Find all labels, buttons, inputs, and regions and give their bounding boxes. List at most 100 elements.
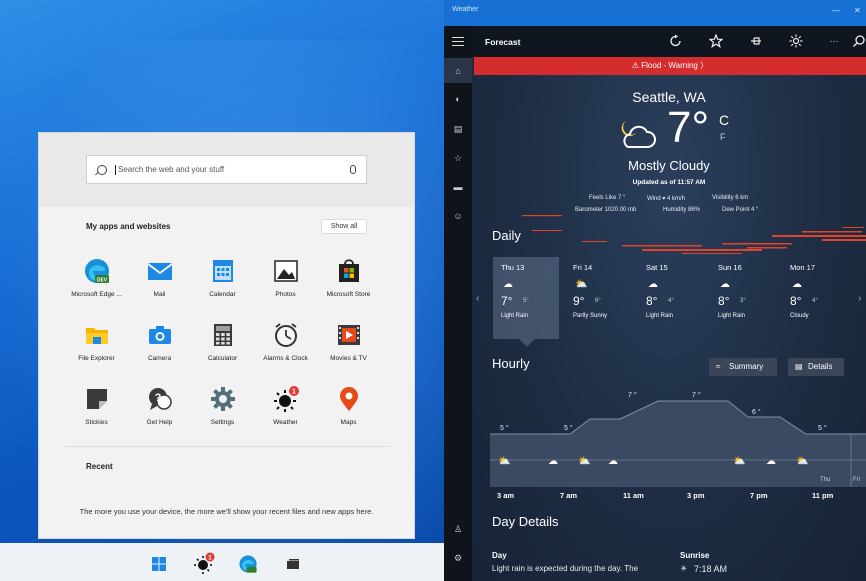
windows-start-icon[interactable] [150, 555, 168, 573]
edge-dev-icon[interactable] [238, 554, 258, 574]
daily-card[interactable]: Mon 17 ☁ 8° 4° Cloudy [782, 257, 848, 339]
hamburger-menu-icon[interactable] [452, 37, 464, 46]
daily-card[interactable]: Fri 14 ⛅ 9° 6° Partly Sunny [565, 257, 631, 339]
details-label: Details [808, 362, 833, 371]
window-title: Weather [452, 6, 479, 13]
cloud-rain-icon: ☁ [503, 279, 513, 290]
app-tile-calculator[interactable]: Calculator [191, 319, 254, 383]
app-grid: DEV Microsoft Edge ... Mail Calendar Pho… [65, 255, 405, 447]
stickies-icon [86, 389, 107, 409]
search-placeholder: Search the web and your stuff [118, 165, 225, 174]
app-tile-maps[interactable]: Maps [317, 383, 380, 447]
app-label: Mail [153, 291, 166, 298]
news-icon[interactable]: ▬ [453, 182, 463, 192]
day-low: 5° [523, 298, 529, 304]
app-label: Weather [273, 419, 298, 426]
close-icon[interactable]: ✕ [854, 6, 861, 15]
microphone-icon[interactable] [350, 165, 356, 174]
task-view-icon[interactable] [284, 555, 302, 573]
daily-card[interactable]: Sat 15 ☁ 8° 4° Light Rain [638, 257, 704, 339]
summary-button[interactable]: ≈ Summary [709, 358, 777, 376]
hour-label: 11 pm [812, 491, 834, 500]
user-icon[interactable]: ♙ [453, 524, 463, 534]
app-tile-alarms[interactable]: Alarms & Clock [254, 319, 317, 383]
sun-theme-icon[interactable] [789, 34, 803, 48]
app-tile-weather[interactable]: 1 Weather [254, 383, 317, 447]
favorites-nav-icon[interactable]: ☺ [453, 211, 463, 221]
search-icon[interactable] [852, 34, 866, 48]
more-options-icon[interactable]: ··· [827, 34, 841, 48]
historical-icon[interactable]: ☆ [453, 153, 463, 163]
hourly-temp-label: 7 ° [692, 391, 701, 399]
app-label: Microsoft Store [326, 291, 371, 298]
start-menu: Search the web and your stuff My apps an… [38, 132, 415, 539]
details-button[interactable]: ▤ Details [788, 358, 844, 376]
forecast-icon[interactable]: ◐ [453, 94, 463, 104]
partly-cloudy-night-icon: ⛅ [578, 455, 590, 467]
movies-icon [337, 325, 360, 345]
flood-warning-banner[interactable]: ⚠ Flood - Warning 〉 [474, 57, 866, 75]
app-tile-edge[interactable]: DEV Microsoft Edge ... [65, 255, 128, 319]
hourly-temperature-chart: 5 ° 5 ° 7 ° 7 ° 6 ° 5 ° ⛅ ☁ ⛅ ☁ ⛅ ☁ ⛅ Th… [490, 391, 866, 487]
app-tile-camera[interactable]: Camera [128, 319, 191, 383]
unit-celsius-toggle[interactable]: C [719, 112, 729, 128]
day-condition: Cloudy [790, 313, 809, 319]
refresh-icon[interactable] [669, 34, 683, 48]
app-tile-calendar[interactable]: Calendar [191, 255, 254, 319]
day-label: Day [492, 551, 507, 560]
daily-next-chevron-icon[interactable]: › [858, 293, 861, 304]
day-description: Light rain is expected during the day. T… [492, 564, 639, 573]
start-menu-header: Search the web and your stuff [39, 133, 414, 207]
list-icon: ▤ [795, 362, 803, 371]
pin-icon[interactable] [749, 34, 763, 48]
day-high: 7° [501, 294, 513, 308]
cloudy-icon: ☁ [792, 279, 802, 290]
minimize-icon[interactable]: — [832, 6, 840, 15]
window-titlebar: Weather — ✕ [444, 0, 866, 26]
app-tile-movies[interactable]: Movies & TV [317, 319, 380, 383]
daily-prev-chevron-icon[interactable]: ‹ [476, 293, 479, 304]
partly-cloudy-night-icon: ⛅ [796, 455, 808, 467]
app-tile-photos[interactable]: Photos [254, 255, 317, 319]
app-tile-get-help[interactable]: ? Get Help [128, 383, 191, 447]
day-high: 8° [718, 294, 730, 308]
day-name: Sat 15 [646, 263, 668, 272]
edge-dev-icon: DEV [84, 259, 109, 284]
day-name: Mon 17 [790, 263, 816, 272]
daily-card[interactable]: Sun 16 ☁ 8° 3° Light Rain [710, 257, 776, 339]
app-tile-store[interactable]: Microsoft Store [317, 255, 380, 319]
wind: Wind ▾ 4 km/h [647, 196, 686, 202]
calculator-icon [213, 324, 232, 346]
app-tile-settings[interactable]: Settings [191, 383, 254, 447]
app-label: Camera [147, 355, 172, 362]
show-all-button[interactable]: Show all [321, 219, 367, 234]
app-tile-file-explorer[interactable]: File Explorer [65, 319, 128, 383]
day-high: 9° [573, 294, 585, 308]
day-low: 4° [668, 298, 674, 304]
app-tile-mail[interactable]: Mail [128, 255, 191, 319]
daily-section-title: Daily [492, 228, 521, 243]
favorite-star-icon[interactable] [709, 34, 723, 48]
weather-taskbar-icon[interactable]: 1 [194, 552, 216, 574]
app-tile-stickies[interactable]: Stickies [65, 383, 128, 447]
unit-fahrenheit-toggle[interactable]: F [720, 132, 726, 142]
cloud-rain-icon: ☁ [766, 456, 776, 467]
hourly-section-title: Hourly [492, 356, 530, 371]
sunrise-label: Sunrise [680, 551, 710, 560]
day-low: 4° [812, 298, 818, 304]
maps-nav-icon[interactable]: ▤ [453, 124, 463, 134]
day-details-title: Day Details [492, 514, 559, 529]
search-input[interactable]: Search the web and your stuff [86, 155, 367, 184]
daily-card[interactable]: Thu 13 ☁ 7° 5° Light Rain [493, 257, 559, 339]
app-label: Settings [210, 419, 235, 426]
text-cursor [115, 164, 116, 175]
day-condition: Light Rain [501, 313, 529, 319]
weather-window: Weather — ✕ Forecast ··· ⌂ ◐ ▤ ☆ ▬ ☺ ♙ ⚙… [444, 0, 866, 581]
calendar-icon [212, 260, 233, 282]
home-icon[interactable]: ⌂ [453, 66, 463, 76]
app-label: Calendar [209, 291, 236, 298]
app-label: Calculator [207, 355, 238, 362]
settings-icon[interactable]: ⚙ [453, 553, 463, 563]
day-marker-label: Thu [820, 477, 830, 483]
partly-cloudy-night-icon: ⛅ [498, 455, 510, 467]
